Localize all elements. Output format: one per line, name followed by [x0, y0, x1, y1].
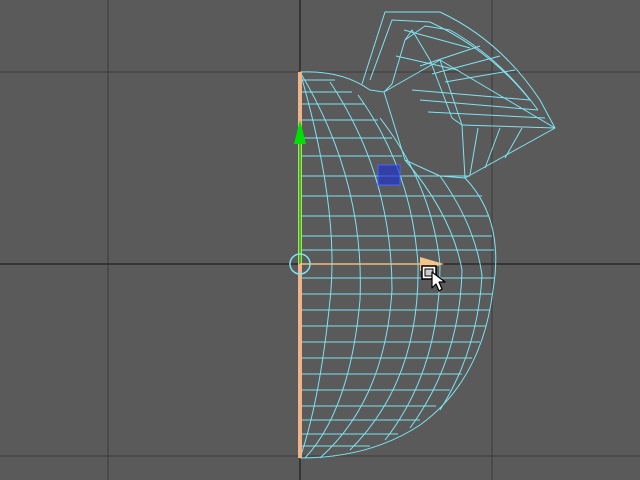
- viewport-canvas[interactable]: [0, 0, 640, 480]
- extruded-block-line: [419, 99, 539, 111]
- viewport-3d[interactable]: [0, 0, 640, 480]
- extruded-block-line: [504, 127, 523, 159]
- extruded-block-line: [469, 127, 479, 176]
- wireframe-mesh[interactable]: [299, 11, 556, 459]
- extruded-block-line: [411, 89, 531, 101]
- mesh-longitude: [299, 71, 361, 459]
- extruded-block-line: [403, 29, 471, 49]
- extruded-block-line: [427, 111, 546, 119]
- move-gizmo[interactable]: [289, 120, 444, 275]
- cursor-arrow: [431, 271, 446, 292]
- extruded-block-step: [404, 25, 539, 111]
- extruded-block-side: [461, 124, 556, 129]
- selected-face[interactable]: [377, 164, 401, 186]
- extruded-block-inner: [391, 29, 431, 85]
- mesh-longitude: [299, 71, 333, 459]
- gizmo-y-arrow-icon[interactable]: [294, 120, 306, 144]
- extruded-block-side: [439, 59, 466, 179]
